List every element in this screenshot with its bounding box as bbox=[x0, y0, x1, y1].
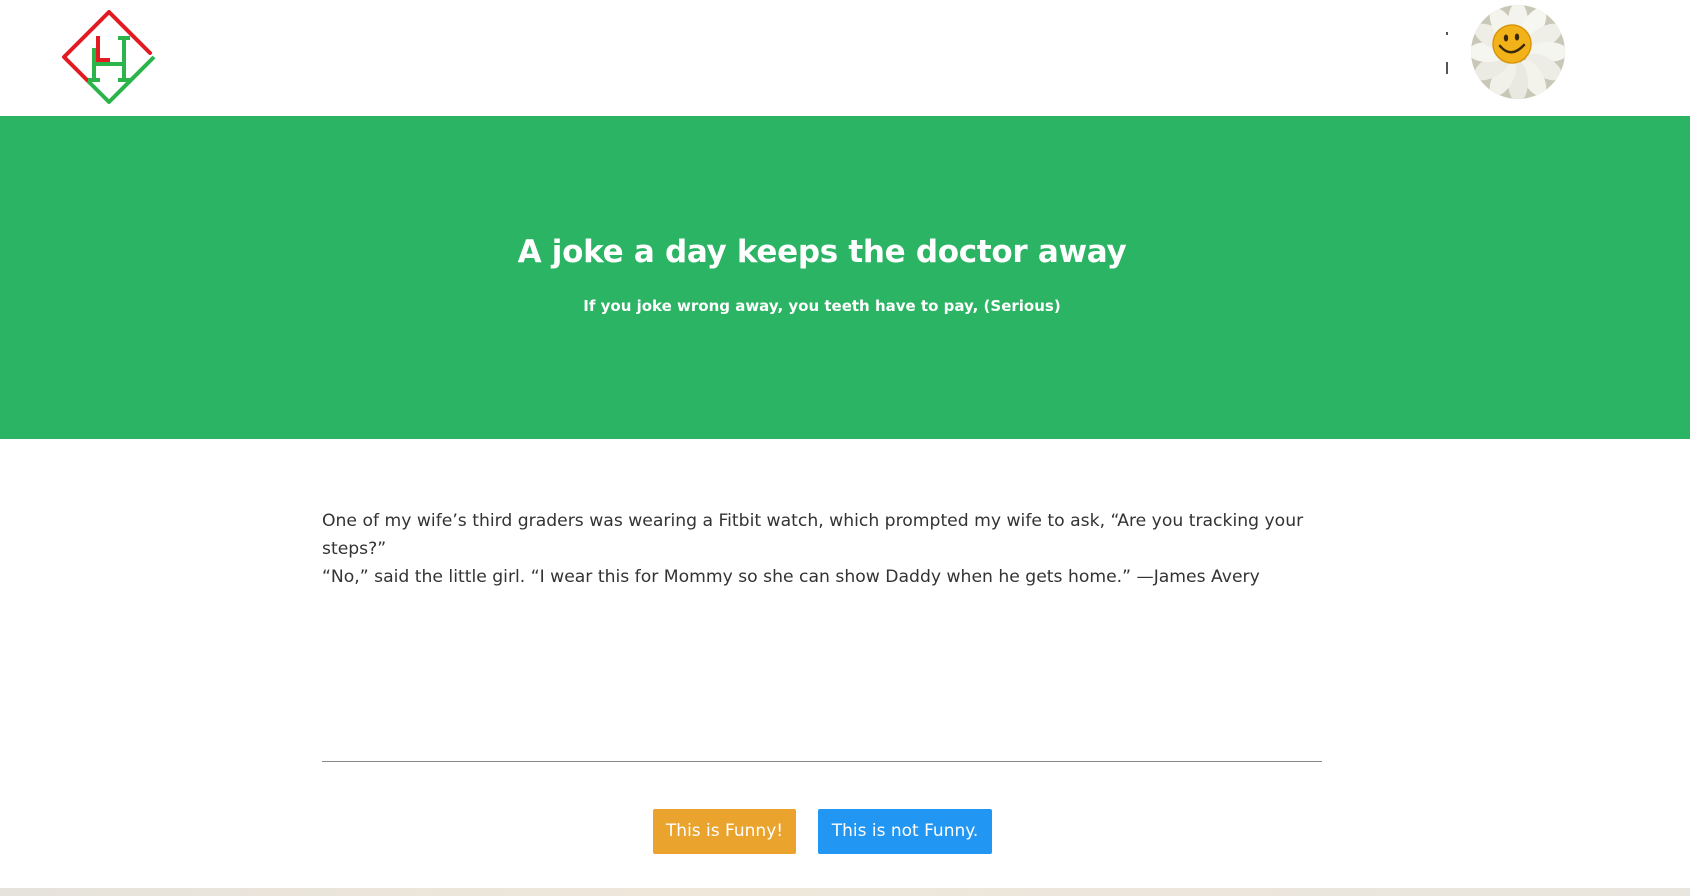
joke-line-2: “No,” said the little girl. “I wear this… bbox=[322, 567, 1260, 587]
hero-banner: A joke a day keeps the doctor away If yo… bbox=[0, 116, 1690, 439]
smiley-flower-avatar-icon bbox=[1471, 5, 1565, 99]
content-divider bbox=[322, 761, 1322, 762]
funny-button[interactable]: This is Funny! bbox=[653, 809, 796, 854]
not-funny-button[interactable]: This is not Funny. bbox=[818, 809, 992, 854]
hero-subtitle: If you joke wrong away, you teeth have t… bbox=[583, 297, 1061, 315]
footer-strip bbox=[0, 888, 1690, 896]
user-avatar[interactable] bbox=[1471, 5, 1565, 99]
joke-text: One of my wife’s third graders was weari… bbox=[322, 507, 1322, 591]
hero-title: A joke a day keeps the doctor away bbox=[517, 234, 1127, 270]
header-separator bbox=[1444, 26, 1450, 76]
site-logo-link[interactable] bbox=[60, 8, 158, 106]
joke-line-1: One of my wife’s third graders was weari… bbox=[322, 511, 1304, 559]
lh-diamond-logo-icon bbox=[62, 10, 156, 104]
site-header bbox=[0, 0, 1690, 116]
